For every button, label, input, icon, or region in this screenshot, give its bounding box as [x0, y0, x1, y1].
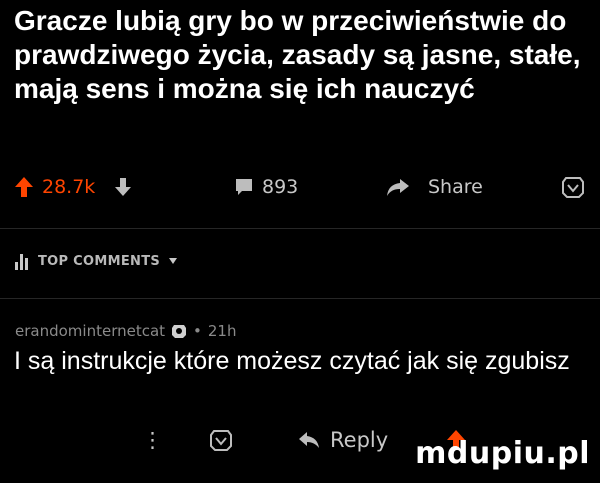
comment-count: 893: [262, 176, 299, 198]
comment-time: 21h: [207, 322, 237, 340]
upvote-button[interactable]: [14, 170, 34, 204]
upvote-count: 28.7k: [42, 176, 96, 198]
user-flair-icon: [172, 325, 187, 338]
share-button[interactable]: [386, 170, 410, 204]
comments-sort-selector[interactable]: TOP COMMENTS: [14, 252, 178, 270]
arrow-up-icon: [15, 177, 33, 197]
watermark: mdupiu.pl: [415, 436, 590, 471]
comment-icon: [236, 179, 252, 195]
sort-label: TOP COMMENTS: [38, 253, 161, 269]
comment-meta: erandominternetcat • 21h: [15, 322, 236, 340]
award-button[interactable]: [562, 170, 584, 204]
divider: [0, 298, 600, 299]
downvote-button[interactable]: [114, 170, 132, 204]
divider: [0, 228, 600, 229]
bar-chart-icon: [15, 254, 28, 270]
reply-label: Reply: [330, 428, 389, 452]
reply-button[interactable]: [298, 420, 320, 460]
award-icon: [210, 430, 232, 451]
comments-button[interactable]: [234, 170, 254, 204]
award-icon: [562, 177, 584, 198]
share-icon: [387, 179, 409, 196]
post-action-bar: 28.7k 893 Share: [0, 170, 600, 204]
more-options-button[interactable]: ⋮: [142, 420, 163, 460]
post-title: Gracze lubią gry bo w przeciwieństwie do…: [14, 5, 581, 104]
comment-text: I są instrukcje które możesz czytać jak …: [14, 347, 570, 375]
arrow-down-icon: [115, 178, 131, 196]
comment-award-button[interactable]: [210, 420, 232, 460]
share-label: Share: [428, 176, 483, 198]
reply-icon: [299, 432, 319, 448]
comment-author[interactable]: erandominternetcat: [15, 322, 165, 340]
meta-separator: •: [193, 322, 202, 340]
chevron-down-icon: [169, 258, 178, 264]
